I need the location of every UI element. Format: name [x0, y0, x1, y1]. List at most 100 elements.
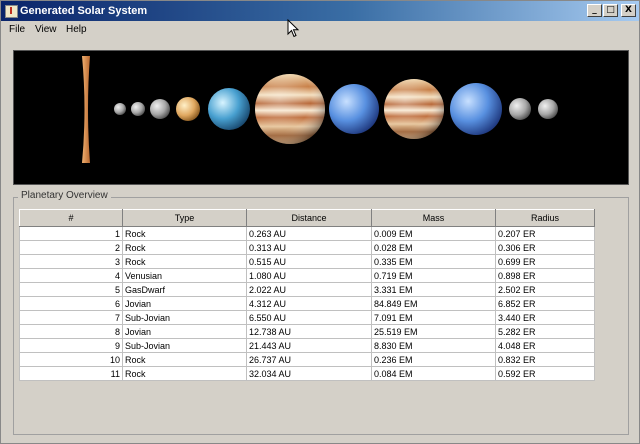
cell-number: 3	[19, 254, 123, 269]
cell-number: 11	[19, 366, 123, 381]
cell-type: Rock	[122, 226, 247, 241]
cell-distance: 6.550 AU	[246, 310, 372, 325]
cell-type: Rock	[122, 240, 247, 255]
menu-bar: File View Help	[1, 21, 639, 39]
cell-mass: 7.091 EM	[371, 310, 496, 325]
cell-distance: 4.312 AU	[246, 296, 372, 311]
planet-rock	[509, 98, 531, 120]
planet-venusian	[176, 97, 200, 121]
cell-number: 9	[19, 338, 123, 353]
cell-type: Rock	[122, 254, 247, 269]
cell-mass: 0.009 EM	[371, 226, 496, 241]
cell-mass: 84.849 EM	[371, 296, 496, 311]
cell-mass: 0.236 EM	[371, 352, 496, 367]
cell-distance: 0.515 AU	[246, 254, 372, 269]
table-row[interactable]: 1 Rock 0.263 AU 0.009 EM 0.207 ER	[19, 226, 595, 241]
cell-mass: 0.719 EM	[371, 268, 496, 283]
cell-radius: 0.207 ER	[495, 226, 595, 241]
cell-radius: 5.282 ER	[495, 324, 595, 339]
cell-type: Jovian	[122, 324, 247, 339]
cell-number: 8	[19, 324, 123, 339]
cell-type: Rock	[122, 352, 247, 367]
cell-mass: 0.084 EM	[371, 366, 496, 381]
column-header-mass[interactable]: Mass	[371, 209, 496, 227]
planet-rock	[150, 99, 170, 119]
cell-radius: 0.832 ER	[495, 352, 595, 367]
planet-table: # Type Distance Mass Radius 1 Rock 0.263 A…	[19, 209, 595, 381]
mouse-cursor-icon	[287, 19, 300, 38]
cell-distance: 26.737 AU	[246, 352, 372, 367]
planet-canvas	[82, 56, 558, 163]
table-row[interactable]: 7 Sub-Jovian 6.550 AU 7.091 EM 3.440 ER	[19, 310, 595, 325]
table-row[interactable]: 6 Jovian 4.312 AU 84.849 EM 6.852 ER	[19, 296, 595, 311]
cell-number: 5	[19, 282, 123, 297]
cell-mass: 8.830 EM	[371, 338, 496, 353]
table-row[interactable]: 11 Rock 32.034 AU 0.084 EM 0.592 ER	[19, 366, 595, 381]
cell-number: 2	[19, 240, 123, 255]
planet-rock	[538, 99, 558, 119]
app-icon[interactable]	[5, 5, 18, 18]
cell-type: Venusian	[122, 268, 247, 283]
cell-distance: 12.738 AU	[246, 324, 372, 339]
table-row[interactable]: 10 Rock 26.737 AU 0.236 EM 0.832 ER	[19, 352, 595, 367]
table-row[interactable]: 8 Jovian 12.738 AU 25.519 EM 5.282 ER	[19, 324, 595, 339]
cell-radius: 6.852 ER	[495, 296, 595, 311]
title-bar[interactable]: Generated Solar System _ □ X	[1, 1, 639, 21]
cell-mass: 0.028 EM	[371, 240, 496, 255]
column-header-number[interactable]: #	[19, 209, 123, 227]
cell-type: Sub-Jovian	[122, 310, 247, 325]
cell-radius: 0.306 ER	[495, 240, 595, 255]
planet-shading	[384, 79, 444, 139]
cell-radius: 0.699 ER	[495, 254, 595, 269]
table-row[interactable]: 5 GasDwarf 2.022 AU 3.331 EM 2.502 ER	[19, 282, 595, 297]
window-title: Generated Solar System	[20, 5, 148, 17]
cell-distance: 2.022 AU	[246, 282, 372, 297]
maximize-button[interactable]: □	[603, 4, 618, 17]
cell-radius: 4.048 ER	[495, 338, 595, 353]
cell-mass: 3.331 EM	[371, 282, 496, 297]
cell-number: 6	[19, 296, 123, 311]
planetary-overview-label: Planetary Overview	[18, 190, 111, 201]
cell-number: 1	[19, 226, 123, 241]
menu-view[interactable]: View	[35, 24, 57, 35]
cell-mass: 25.519 EM	[371, 324, 496, 339]
planet-sub-jovian	[329, 84, 379, 134]
column-header-distance[interactable]: Distance	[246, 209, 372, 227]
cell-radius: 0.898 ER	[495, 268, 595, 283]
column-header-type[interactable]: Type	[122, 209, 247, 227]
planet-sub-jovian	[450, 83, 502, 135]
cell-distance: 1.080 AU	[246, 268, 372, 283]
planet-rock	[131, 102, 145, 116]
table-row[interactable]: 4 Venusian 1.080 AU 0.719 EM 0.898 ER	[19, 268, 595, 283]
cell-number: 7	[19, 310, 123, 325]
table-header-row: # Type Distance Mass Radius	[19, 209, 595, 227]
table-empty-area[interactable]	[19, 384, 594, 428]
cell-type: Jovian	[122, 296, 247, 311]
menu-file[interactable]: File	[9, 24, 25, 35]
menu-help[interactable]: Help	[66, 24, 87, 35]
table-row[interactable]: 3 Rock 0.515 AU 0.335 EM 0.699 ER	[19, 254, 595, 269]
cell-distance: 0.313 AU	[246, 240, 372, 255]
cell-mass: 0.335 EM	[371, 254, 496, 269]
app-window: Generated Solar System _ □ X File View H…	[0, 0, 640, 444]
minimize-button[interactable]: _	[587, 4, 602, 17]
cell-distance: 21.443 AU	[246, 338, 372, 353]
cell-radius: 3.440 ER	[495, 310, 595, 325]
cell-distance: 0.263 AU	[246, 226, 372, 241]
cell-radius: 0.592 ER	[495, 366, 595, 381]
planet-gas-dwarf	[208, 88, 250, 130]
column-header-radius[interactable]: Radius	[495, 209, 595, 227]
sun-edge	[82, 56, 90, 163]
cell-number: 10	[19, 352, 123, 367]
cell-type: GasDwarf	[122, 282, 247, 297]
table-row[interactable]: 2 Rock 0.313 AU 0.028 EM 0.306 ER	[19, 240, 595, 255]
cell-number: 4	[19, 268, 123, 283]
solar-system-view	[13, 50, 629, 185]
cell-distance: 32.034 AU	[246, 366, 372, 381]
table-row[interactable]: 9 Sub-Jovian 21.443 AU 8.830 EM 4.048 ER	[19, 338, 595, 353]
close-button[interactable]: X	[621, 4, 636, 17]
planet-rock	[114, 103, 126, 115]
cell-type: Sub-Jovian	[122, 338, 247, 353]
cell-type: Rock	[122, 366, 247, 381]
planet-shading	[255, 74, 325, 144]
